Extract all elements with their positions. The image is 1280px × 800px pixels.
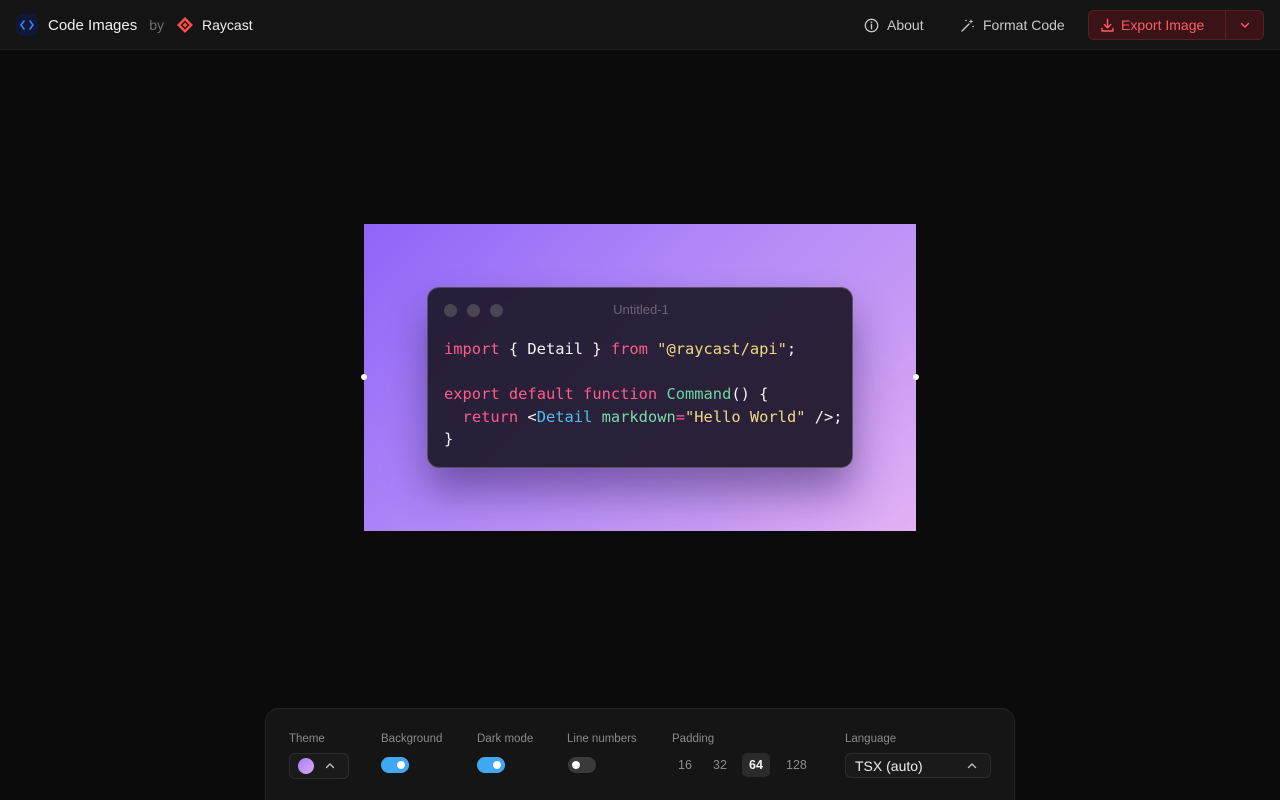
code-editor[interactable]: import { Detail } from "@raycast/api"; e…	[444, 338, 843, 451]
about-button[interactable]: About	[864, 10, 924, 40]
code-token: <	[518, 407, 537, 426]
code-token: import	[444, 340, 500, 358]
code-token: />;	[805, 407, 843, 426]
dark-mode-toggle[interactable]	[477, 757, 505, 773]
line-numbers-label: Line numbers	[567, 733, 637, 745]
info-icon	[864, 18, 879, 32]
language-value: TSX (auto)	[855, 757, 923, 774]
code-token: return	[462, 407, 519, 426]
code-line: }	[444, 428, 843, 451]
format-code-button[interactable]: Format Code	[960, 10, 1065, 40]
toggle-knob	[493, 761, 501, 769]
code-token: () {	[731, 385, 769, 403]
code-brackets-icon	[16, 14, 38, 36]
brand[interactable]: Code Images by Raycast	[16, 12, 253, 38]
code-token: "@raycast/api"	[657, 340, 787, 358]
brand-name: Raycast	[202, 17, 253, 33]
code-token: "Hello World"	[685, 407, 806, 426]
background-toggle[interactable]	[381, 757, 409, 773]
padding-option-128[interactable]: 128	[780, 753, 813, 777]
code-line: export default function Command() {	[444, 383, 843, 406]
settings-panel: Theme Background Dark mode Line numbers …	[265, 708, 1015, 800]
export-image-button[interactable]: Export Image	[1089, 11, 1225, 39]
padding-option-16[interactable]: 16	[671, 753, 699, 777]
padding-option-32[interactable]: 32	[706, 753, 734, 777]
chevron-up-icon	[966, 760, 978, 772]
code-line: return <Detail markdown="Hello World" />…	[444, 406, 843, 429]
format-code-label: Format Code	[983, 17, 1065, 33]
code-token: =	[675, 407, 686, 426]
code-token: function	[583, 385, 658, 403]
about-label: About	[887, 17, 924, 33]
by-text: by	[149, 17, 165, 33]
code-token: default	[508, 385, 574, 403]
dark-mode-label: Dark mode	[477, 733, 534, 745]
resize-handle-right[interactable]	[913, 374, 919, 380]
export-options-button[interactable]	[1226, 11, 1263, 39]
raycast-icon	[176, 16, 194, 34]
code-line: import { Detail } from "@raycast/api";	[444, 338, 843, 361]
window-title[interactable]: Untitled-1	[428, 302, 854, 317]
image-frame: Untitled-1 import { Detail } from "@rayc…	[361, 224, 919, 531]
theme-swatch	[298, 758, 314, 774]
export-group: Export Image	[1088, 10, 1264, 40]
resize-handle-left[interactable]	[361, 374, 367, 380]
code-token: from	[610, 340, 648, 358]
chevron-down-icon	[1240, 22, 1249, 28]
toggle-knob	[572, 761, 580, 769]
code-token: { Detail }	[499, 340, 611, 358]
export-image-label: Export Image	[1121, 17, 1205, 33]
language-label: Language	[845, 733, 897, 745]
code-window: Untitled-1 import { Detail } from "@rayc…	[427, 287, 853, 468]
padding-option-64[interactable]: 64	[742, 753, 770, 777]
line-numbers-toggle[interactable]	[568, 757, 596, 773]
background-label: Background	[381, 733, 443, 745]
padding-label: Padding	[672, 733, 715, 745]
magic-wand-icon	[961, 18, 974, 32]
download-icon	[1101, 18, 1114, 32]
code-token: Command	[666, 385, 732, 403]
app-name: Code Images	[48, 16, 138, 34]
code-token: Detail	[536, 407, 593, 426]
code-token: }	[444, 430, 454, 448]
theme-select[interactable]	[289, 753, 349, 779]
code-token: ;	[786, 340, 797, 358]
code-token: export	[444, 385, 500, 403]
theme-label: Theme	[289, 733, 325, 745]
chevron-up-icon	[324, 760, 336, 772]
toggle-knob	[397, 761, 405, 769]
top-bar: Code Images by Raycast About Format Code…	[0, 0, 1280, 50]
code-token: markdown	[601, 407, 676, 426]
language-select[interactable]: TSX (auto)	[845, 753, 991, 778]
